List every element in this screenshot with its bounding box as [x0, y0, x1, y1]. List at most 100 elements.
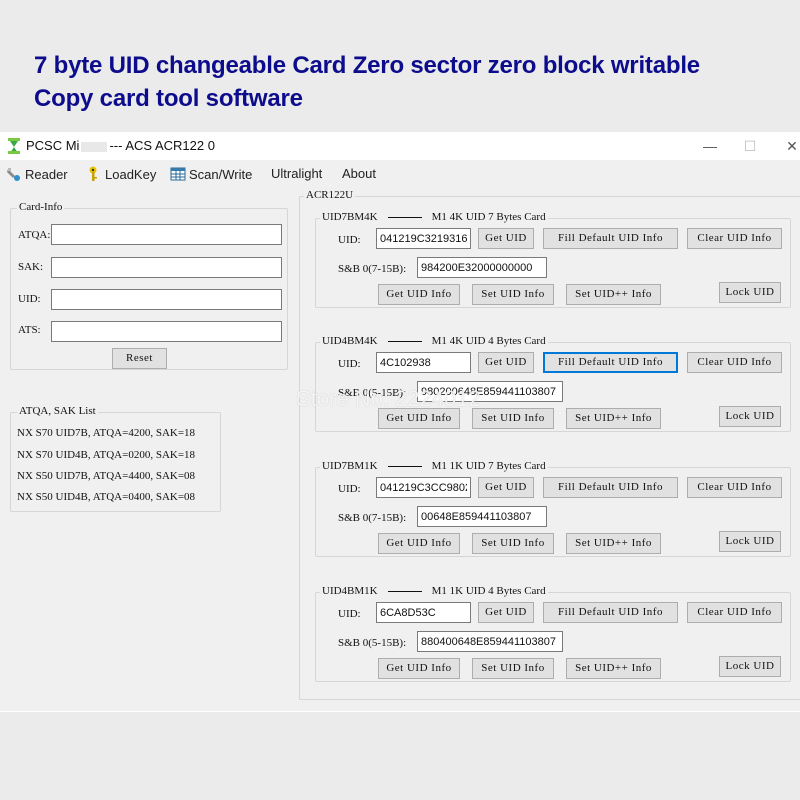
sak-field[interactable]: [51, 257, 282, 278]
legend-dash: [387, 340, 422, 342]
card-sb-input[interactable]: [417, 257, 547, 278]
card-sb-label: S&B 0(5-15B):: [338, 387, 407, 399]
card-uid-label: UID:: [338, 483, 361, 495]
card-group-uid4bm4k: UID4BM4K M1 4K UID 4 Bytes Card UID: Get …: [315, 335, 791, 432]
card-sb-label: S&B 0(5-15B):: [338, 637, 407, 649]
clear-uid-info-button[interactable]: Clear UID Info: [687, 352, 782, 373]
card-uid-label: UID:: [338, 608, 361, 620]
atqa-field[interactable]: [51, 224, 282, 245]
get-uid-button[interactable]: Get UID: [478, 477, 534, 498]
card-sb-label: S&B 0(7-15B):: [338, 512, 407, 524]
menu-reader[interactable]: Reader: [6, 166, 68, 182]
card-group-uid4bm1k: UID4BM1K M1 1K UID 4 Bytes Card UID: Get …: [315, 585, 791, 682]
app-icon: [8, 138, 20, 154]
card-group-uid7bm1k: UID7BM1K M1 1K UID 7 Bytes Card UID: Get …: [315, 460, 791, 557]
card-uid-input[interactable]: [376, 477, 471, 498]
get-uid-info-button[interactable]: Get UID Info: [378, 408, 460, 429]
set-uid-plus-plus-info-button[interactable]: Set UID++ Info: [566, 408, 661, 429]
get-uid-button[interactable]: Get UID: [478, 352, 534, 373]
card-group-legend: UID7BM4K M1 4K UID 7 Bytes Card: [320, 211, 548, 223]
lock-uid-button[interactable]: Lock UID: [719, 406, 781, 427]
list-item: NX S50 UID4B, ATQA=0400, SAK=08: [17, 491, 196, 503]
list-item: NX S70 UID4B, ATQA=0200, SAK=18: [17, 449, 196, 461]
lock-uid-button[interactable]: Lock UID: [719, 282, 781, 303]
card-sb-input[interactable]: [417, 381, 563, 402]
clear-uid-info-button[interactable]: Clear UID Info: [687, 228, 782, 249]
headline-line-1: 7 byte UID changeable Card Zero sector z…: [34, 52, 700, 79]
window-title: PCSC Mi --- ACS ACR122 0: [26, 138, 215, 153]
reader-icon: [7, 168, 20, 181]
set-uid-info-button[interactable]: Set UID Info: [472, 408, 554, 429]
menu-bar: Reader LoadKey Scan/Write Ultralight Abo…: [0, 162, 800, 186]
card-code: UID7BM1K: [322, 460, 378, 472]
ats-label: ATS:: [18, 324, 41, 336]
card-group-legend: UID4BM4K M1 4K UID 4 Bytes Card: [320, 335, 548, 347]
fill-default-uid-info-button[interactable]: Fill Default UID Info: [543, 352, 678, 373]
lock-uid-button[interactable]: Lock UID: [719, 531, 781, 552]
menu-about-label: About: [342, 166, 376, 181]
card-description: M1 4K UID 4 Bytes Card: [431, 335, 546, 347]
reset-button[interactable]: Reset: [112, 348, 167, 369]
card-sb-input[interactable]: [417, 631, 563, 652]
get-uid-info-button[interactable]: Get UID Info: [378, 284, 460, 305]
atqa-label: ATQA:: [18, 229, 51, 241]
list-item: NX S50 UID7B, ATQA=4400, SAK=08: [17, 470, 196, 482]
get-uid-button[interactable]: Get UID: [478, 602, 534, 623]
fill-default-uid-info-button[interactable]: Fill Default UID Info: [543, 602, 678, 623]
clear-uid-info-button[interactable]: Clear UID Info: [687, 477, 782, 498]
fill-default-uid-info-button[interactable]: Fill Default UID Info: [543, 477, 678, 498]
card-uid-input[interactable]: [376, 602, 471, 623]
card-sb-label: S&B 0(7-15B):: [338, 263, 407, 275]
sak-label: SAK:: [18, 261, 44, 273]
card-sb-input[interactable]: [417, 506, 547, 527]
window-title-prefix: PCSC Mi: [26, 138, 80, 153]
card-description: M1 1K UID 7 Bytes Card: [431, 460, 546, 472]
close-button[interactable]: ✕: [782, 136, 800, 156]
card-description: M1 4K UID 7 Bytes Card: [431, 211, 546, 223]
uid-label: UID:: [18, 293, 41, 305]
card-uid-input[interactable]: [376, 352, 471, 373]
card-code: UID7BM4K: [322, 211, 378, 223]
maximize-button[interactable]: ☐: [740, 136, 760, 156]
card-uid-label: UID:: [338, 234, 361, 246]
lock-uid-button[interactable]: Lock UID: [719, 656, 781, 677]
set-uid-info-button[interactable]: Set UID Info: [472, 284, 554, 305]
menu-about[interactable]: About: [342, 166, 376, 181]
uid-field[interactable]: [51, 289, 282, 310]
menu-reader-label: Reader: [25, 166, 68, 182]
set-uid-info-button[interactable]: Set UID Info: [472, 533, 554, 554]
card-code: UID4BM4K: [322, 335, 378, 347]
set-uid-plus-plus-info-button[interactable]: Set UID++ Info: [566, 284, 661, 305]
menu-scan-write-label: Scan/Write: [189, 166, 253, 182]
card-group-uid7bm4k: UID7BM4K M1 4K UID 7 Bytes Card UID: Get …: [315, 211, 791, 308]
legend-dash: [387, 216, 422, 218]
set-uid-plus-plus-info-button[interactable]: Set UID++ Info: [566, 533, 661, 554]
menu-loadkey[interactable]: LoadKey: [86, 166, 156, 182]
menu-ultralight[interactable]: Ultralight: [271, 166, 322, 181]
card-group-legend: UID7BM1K M1 1K UID 7 Bytes Card: [320, 460, 548, 472]
menu-scan-write[interactable]: Scan/Write: [170, 166, 252, 182]
card-info-legend: Card-Info: [17, 201, 65, 213]
menu-loadkey-label: LoadKey: [105, 166, 157, 182]
table-icon: [170, 167, 186, 181]
get-uid-info-button[interactable]: Get UID Info: [378, 533, 460, 554]
fill-default-uid-info-button[interactable]: Fill Default UID Info: [543, 228, 678, 249]
card-uid-input[interactable]: [376, 228, 471, 249]
legend-dash: [387, 590, 422, 592]
get-uid-button[interactable]: Get UID: [478, 228, 534, 249]
list-item: NX S70 UID7B, ATQA=4200, SAK=18: [17, 427, 196, 439]
minimize-button[interactable]: —: [700, 136, 720, 156]
get-uid-info-button[interactable]: Get UID Info: [378, 658, 460, 679]
key-icon: [89, 166, 97, 181]
title-bar[interactable]: PCSC Mi --- ACS ACR122 0 — ☐ ✕: [0, 132, 800, 160]
ats-field[interactable]: [51, 321, 282, 342]
card-info-group: Card-Info ATQA: SAK: UID: ATS: Reset: [10, 201, 288, 370]
card-code: UID4BM1K: [322, 585, 378, 597]
atqa-sak-list-group: ATQA, SAK List NX S70 UID7B, ATQA=4200, …: [10, 405, 221, 512]
window-title-suffix: --- ACS ACR122 0: [109, 138, 215, 153]
set-uid-info-button[interactable]: Set UID Info: [472, 658, 554, 679]
clear-uid-info-button[interactable]: Clear UID Info: [687, 602, 782, 623]
set-uid-plus-plus-info-button[interactable]: Set UID++ Info: [566, 658, 661, 679]
title-redaction: [81, 141, 108, 152]
reader-group-legend: ACR122U: [304, 189, 356, 201]
